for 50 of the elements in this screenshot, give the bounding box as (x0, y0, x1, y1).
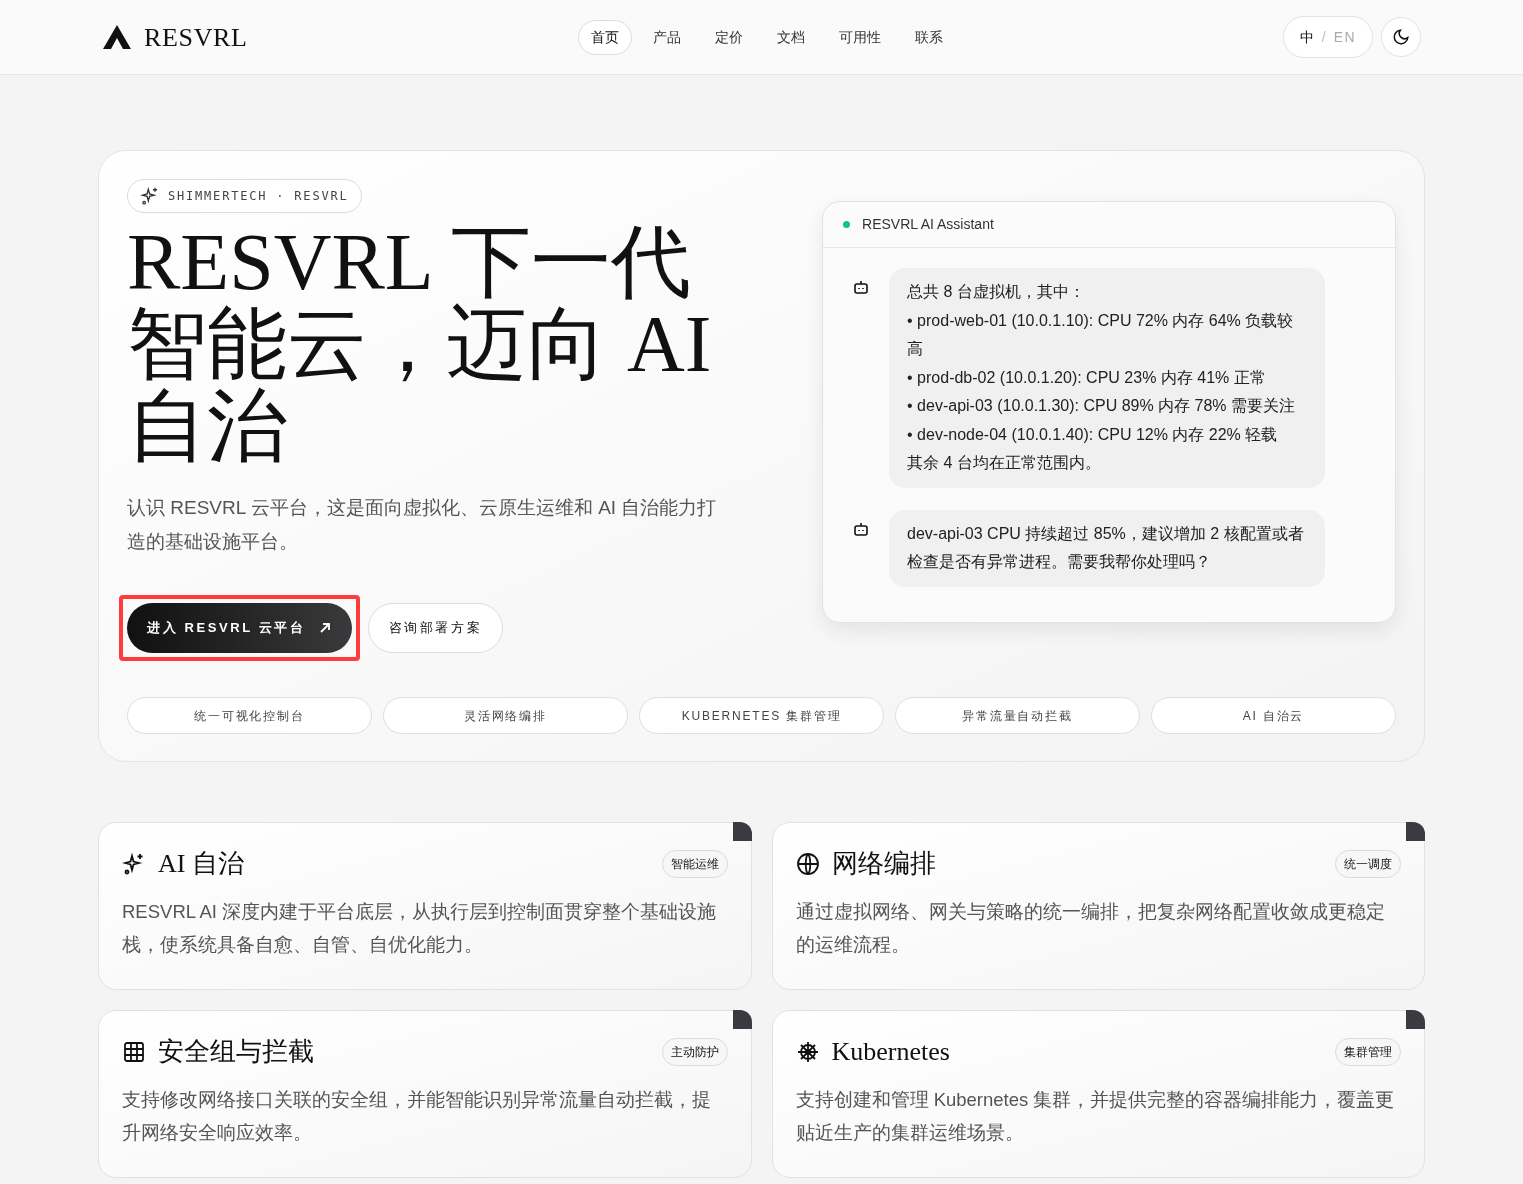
feature-chip: 异常流量自动拦截 (895, 697, 1140, 734)
theme-toggle[interactable] (1381, 17, 1421, 57)
nav-link[interactable]: 首页 (578, 19, 633, 55)
message-line: 其余 4 台均在正常范围内。 (907, 453, 1102, 473)
feature-chip: AI 自治云 (1151, 697, 1396, 734)
sparkle-icon (140, 186, 160, 206)
helm-wheel-icon (795, 1040, 820, 1064)
nav-link[interactable]: 产品 (640, 19, 695, 55)
grid-icon (122, 1040, 146, 1064)
robot-icon (853, 521, 870, 536)
globe-icon (795, 852, 820, 876)
feature-title: 网络编排 (831, 848, 936, 880)
feature-title: 安全组与拦截 (158, 1036, 314, 1068)
sparkle-icon (122, 852, 146, 876)
assistant-title: RESVRL AI Assistant (862, 215, 994, 234)
message-line: • dev-api-03 (10.0.1.30): CPU 89% 内存 78% 需要关注 (907, 396, 1297, 416)
nav-link[interactable]: 文档 (764, 19, 819, 55)
feature-tag: 智能运维 (661, 850, 728, 878)
feature-description: RESVRL AI 深度内建于平台底层，从执行层到控制面贯穿整个基础设施栈，使系统具备自愈、自管、自优化能力。 (122, 900, 718, 957)
language-option[interactable]: 中 (1299, 26, 1314, 48)
logo-icon (102, 24, 132, 50)
message-line: • prod-db-02 (10.0.1.20): CPU 23% 内存 41% 正常 (907, 367, 1267, 388)
brand-name[interactable]: RESVRL (144, 17, 248, 57)
nav-link[interactable]: 联系 (902, 19, 957, 55)
feature-title: Kubernetes (831, 1036, 950, 1068)
nav-link[interactable]: 可用性 (826, 19, 895, 55)
message-line: • dev-node-04 (10.0.1.40): CPU 12% 内存 22% 轻载 (907, 424, 1279, 445)
feature-tag: 主动防护 (661, 1038, 728, 1066)
message-line: dev-api-03 CPU 持续超过 85%，建议增加 2 核配置或者检查是否有异常进程。需要我帮你处理吗？ (907, 523, 1305, 572)
feature-tag: 统一调度 (1335, 850, 1401, 878)
feature-chip: 统一可视化控制台 (127, 697, 372, 734)
feature-chip: KUBERNETES 集群管理 (639, 697, 884, 734)
language-switch[interactable]: 中 / EN (1282, 16, 1373, 58)
feature-description: 支持创建和管理 Kubernetes 集群，并提供完整的容器编排能力，覆盖更贴近生产的集群运维场景。 (795, 1088, 1396, 1145)
nav-link[interactable]: 定价 (702, 19, 757, 55)
feature-chip: 灵活网络编排 (383, 697, 628, 734)
hero-subtitle: 认识 RESVRL 云平台，这是面向虚拟化、云原生运维和 AI 自治能力打造的基础设施平台。 (127, 496, 718, 554)
message-line: 总共 8 台虚拟机，其中： (907, 282, 1086, 302)
separator: / (1321, 27, 1326, 47)
enter-platform-button[interactable]: 进入 RESVRL 云平台 (127, 603, 352, 653)
moon-icon (1392, 28, 1410, 46)
consult-button[interactable]: 咨询部署方案 (367, 603, 504, 653)
feature-description: 支持修改网络接口关联的安全组，并能智能识别异常流量自动拦截，提升网络安全响应效率。 (122, 1088, 712, 1145)
eyebrow-text: SHIMMERTECH · RESVRL (168, 188, 349, 205)
feature-tag: 集群管理 (1335, 1038, 1401, 1066)
robot-icon (853, 280, 870, 294)
hero-title: RESVRL 下一代智能云，迈向 AI 自治 (127, 221, 713, 467)
feature-title: AI 自治 (158, 848, 244, 880)
feature-description: 通过虚拟网络、网关与策略的统一编排，把复杂网络配置收敛成更稳定的运维流程。 (795, 900, 1386, 957)
message-line: • prod-web-01 (10.0.1.10): CPU 72% 内存 64% 负载较高 (907, 310, 1295, 359)
